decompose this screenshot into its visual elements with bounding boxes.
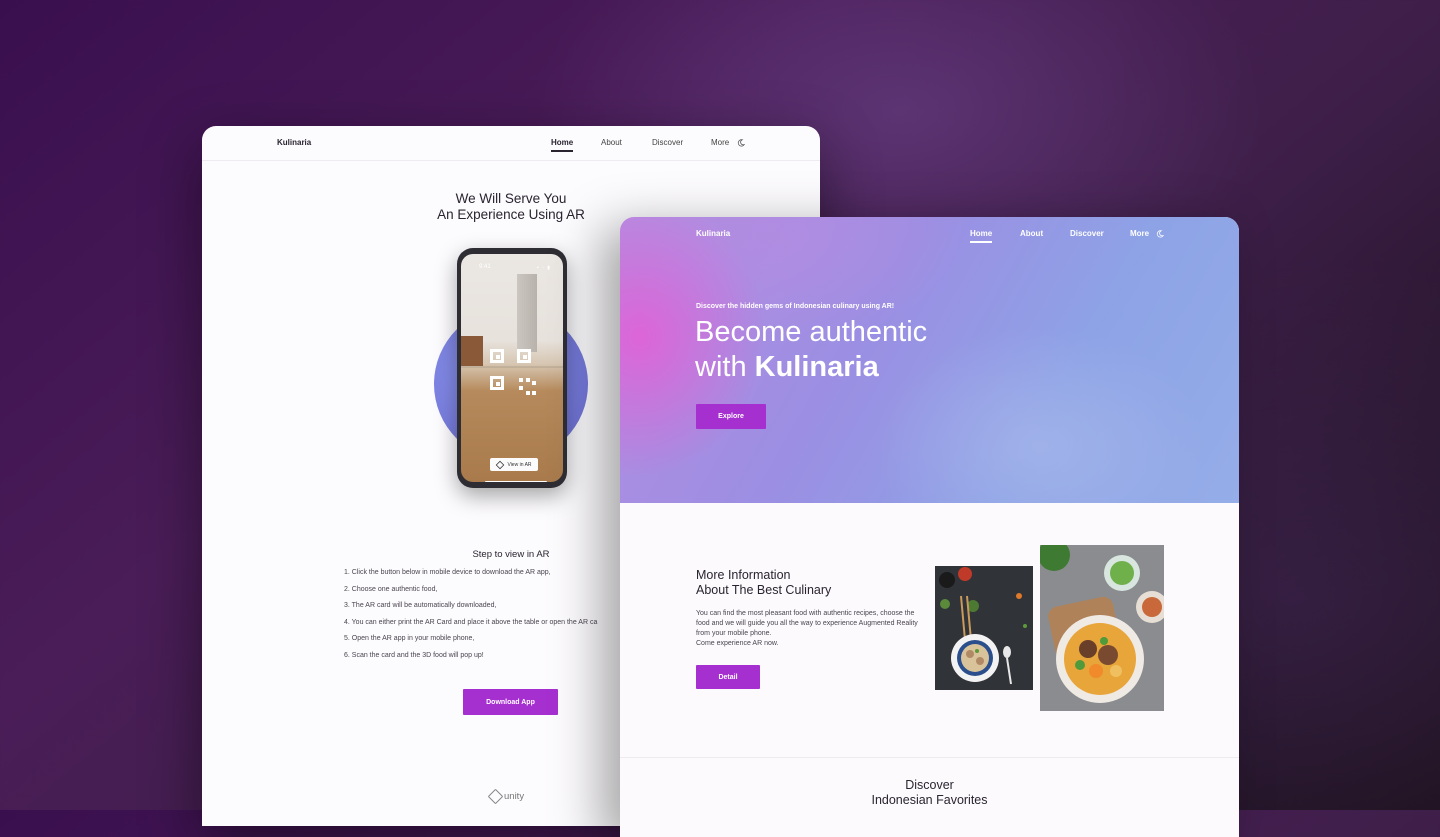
nav-discover[interactable]: Discover bbox=[1070, 229, 1104, 238]
headline-line-1: Become authentic bbox=[695, 316, 928, 348]
steps-title: Step to view in AR bbox=[472, 549, 550, 560]
info-description: You can find the most pleasant food with… bbox=[696, 609, 926, 649]
phone-time: 9:41 bbox=[479, 264, 491, 270]
info-section-title: More Information About The Best Culinary bbox=[696, 568, 831, 598]
view-in-ar-button[interactable]: View in AR bbox=[490, 458, 538, 471]
title-line-1: We Will Serve You bbox=[455, 191, 567, 206]
explore-button[interactable]: Explore bbox=[696, 404, 766, 429]
nav-home[interactable]: Home bbox=[970, 229, 993, 243]
discover-line-2: Indonesian Favorites bbox=[871, 793, 988, 807]
nav-about[interactable]: About bbox=[601, 138, 622, 147]
nav-about[interactable]: About bbox=[1020, 229, 1043, 238]
detail-button[interactable]: Detail bbox=[696, 665, 760, 689]
home-page-window: Kulinaria Home About Discover More Disco… bbox=[620, 217, 1239, 837]
dark-mode-moon-icon[interactable] bbox=[737, 139, 745, 147]
download-app-button[interactable]: Download App bbox=[463, 689, 558, 715]
hero-tagline: Discover the hidden gems of Indonesian c… bbox=[696, 303, 895, 310]
ar-section-title: We Will Serve You An Experience Using AR bbox=[402, 191, 620, 223]
section-divider bbox=[620, 757, 1239, 758]
nav-discover[interactable]: Discover bbox=[652, 138, 683, 147]
nav-more[interactable]: More bbox=[1130, 229, 1149, 238]
navbar: Kulinaria Home About Discover More bbox=[202, 126, 820, 161]
dark-mode-moon-icon[interactable] bbox=[1156, 230, 1164, 238]
nav-more[interactable]: More bbox=[711, 138, 729, 147]
phone-status-icons: ▪ ◦ ▮ bbox=[536, 265, 551, 271]
oxtail-soup-illustration bbox=[1040, 545, 1164, 711]
room-cabinet bbox=[461, 336, 483, 366]
unity-icon bbox=[487, 788, 504, 805]
discover-line-1: Discover bbox=[905, 778, 954, 792]
unity-logo: unity bbox=[487, 788, 525, 805]
phone-home-indicator bbox=[485, 481, 547, 482]
room-doorway bbox=[517, 274, 537, 352]
food-photo-meatball-soup bbox=[935, 566, 1033, 690]
info-title-line-1: More Information bbox=[696, 568, 791, 582]
hero-section: Kulinaria Home About Discover More Disco… bbox=[620, 217, 1239, 503]
meatball-soup-illustration bbox=[935, 566, 1033, 690]
headline-line-2: with Kulinaria bbox=[695, 350, 927, 385]
unity-wordmark: unity bbox=[504, 791, 525, 802]
view-in-ar-label: View in AR bbox=[507, 461, 532, 468]
headline-prefix: with bbox=[695, 351, 755, 383]
info-paragraph: You can find the most pleasant food with… bbox=[696, 610, 918, 637]
title-line-2: An Experience Using AR bbox=[437, 207, 585, 222]
info-title-line-2: About The Best Culinary bbox=[696, 583, 832, 597]
brand-logo[interactable]: Kulinaria bbox=[277, 138, 311, 147]
nav-home[interactable]: Home bbox=[551, 138, 574, 152]
hero-headline: Become authentic with Kulinaria bbox=[695, 315, 927, 385]
headline-brand: Kulinaria bbox=[754, 351, 879, 383]
info-cta-text: Come experience AR now. bbox=[696, 640, 779, 647]
cube-icon bbox=[496, 460, 505, 469]
food-photo-sop-buntut bbox=[1040, 545, 1164, 711]
brand-logo[interactable]: Kulinaria bbox=[696, 229, 730, 238]
phone-screen: 9:41 ▪ ◦ ▮ View in AR bbox=[461, 254, 563, 482]
qr-code-icon bbox=[490, 349, 538, 397]
phone-mockup: 9:41 ▪ ◦ ▮ View in AR bbox=[457, 248, 567, 488]
discover-section-title: Discover Indonesian Favorites bbox=[820, 778, 1039, 808]
